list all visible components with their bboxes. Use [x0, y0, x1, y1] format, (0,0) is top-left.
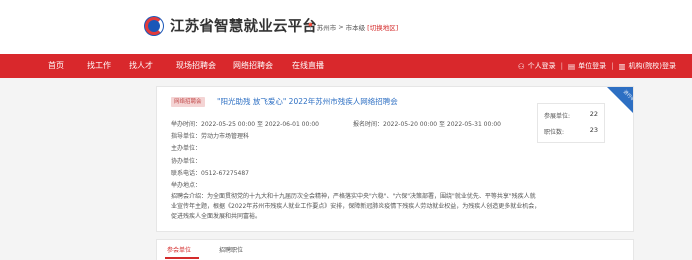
divider: | [611, 62, 614, 70]
hold-time-value: 2022-05-25 00:00 至 2022-06-01 00:00 [201, 121, 319, 128]
signup-time-row: 报名时间：2022-05-20 00:00 至 2022-05-31 00:00 [353, 119, 501, 128]
personal-login-link[interactable]: 个人登录 [528, 61, 556, 71]
intro-label: 招聘会介绍： [171, 193, 208, 200]
tab-participating-units[interactable]: 参会单位 [167, 245, 191, 254]
fair-title: "阳光助残 放飞爱心" 2022年苏州市残疾人网络招聘会 [217, 97, 398, 106]
login-links: ⚇ 个人登录 | ▤ 单位登录 | ▥ 机构(院校)登录 [518, 54, 676, 78]
nav-onsite-fair[interactable]: 现场招聘会 [176, 54, 216, 78]
intro-text: 为全面贯彻党的十九大和十九届历次全会精神，严格落实中央"六稳"、"六保"决策部署… [171, 193, 541, 220]
agency-login-link[interactable]: 机构(院校)登录 [629, 61, 676, 71]
region-city: 苏州市 [316, 24, 337, 32]
fair-intro: 招聘会介绍：为全面贯彻党的十九大和十九届历次全会精神，严格落实中央"六稳"、"六… [171, 192, 541, 222]
active-tab-indicator [165, 257, 199, 259]
switch-region-link[interactable]: [切换地区] [367, 22, 398, 32]
phone-value: 0512-67275487 [201, 170, 249, 177]
site-title[interactable]: 江苏省智慧就业云平台 [170, 15, 317, 36]
detail-tabs: 参会单位 招聘职位 [156, 239, 634, 260]
site-logo-icon[interactable] [144, 16, 164, 36]
site-header: 江苏省智慧就业云平台 📍 苏州市 > 市本级 [切换地区] [0, 0, 692, 54]
address-label: 举办地点： [171, 182, 202, 189]
nav-find-job[interactable]: 找工作 [87, 54, 111, 78]
jobs-count: 23 [589, 126, 598, 134]
nav-home[interactable]: 首页 [48, 54, 64, 78]
units-label: 参展单位: [544, 113, 571, 120]
host-unit-label: 主办单位： [171, 145, 202, 152]
guide-unit-row: 指导单位：劳动力市场管理科 [171, 131, 249, 140]
institution-icon: ▥ [618, 61, 626, 71]
fair-stats-box: 参展单位: 22 职位数: 23 [537, 103, 605, 143]
main-nav: 首页 找工作 找人才 现场招聘会 网络招聘会 在线直播 ⚇ 个人登录 | ▤ 单… [0, 54, 692, 78]
guide-unit-label: 指导单位： [171, 133, 202, 140]
status-ribbon-label: 进行中 [621, 89, 633, 103]
phone-label: 联系电话： [171, 170, 202, 177]
jobs-label: 职位数: [544, 129, 565, 136]
person-icon: ⚇ [517, 61, 525, 71]
signup-time-value: 2022-05-20 00:00 至 2022-05-31 00:00 [383, 121, 501, 128]
co-unit-row: 协办单位： [171, 156, 201, 165]
region-arrow-icon: > [338, 23, 344, 31]
company-login-link[interactable]: 单位登录 [578, 61, 606, 71]
divider: | [560, 62, 563, 70]
guide-unit-value: 劳动力市场管理科 [201, 133, 250, 140]
hold-time-label: 举办时间： [171, 121, 202, 128]
hold-time-row: 举办时间：2022-05-25 00:00 至 2022-06-01 00:00 [171, 119, 319, 128]
region-selector: 📍 苏州市 > 市本级 [切换地区] [306, 22, 398, 32]
company-icon: ▤ [567, 61, 576, 71]
status-ribbon: 进行中 [607, 87, 633, 113]
job-fair-detail-card: 网络招聘会 "阳光助残 放飞爱心" 2022年苏州市残疾人网络招聘会 进行中 举… [156, 86, 634, 232]
fair-type-badge: 网络招聘会 [171, 97, 205, 107]
co-unit-label: 协办单位： [171, 158, 202, 165]
host-unit-row: 主办单位： [171, 143, 201, 152]
units-count: 22 [589, 110, 598, 118]
nav-online-fair[interactable]: 网络招聘会 [233, 54, 273, 78]
tab-job-positions[interactable]: 招聘职位 [219, 245, 243, 254]
phone-row: 联系电话：0512-67275487 [171, 168, 249, 177]
location-pin-icon: 📍 [306, 23, 315, 31]
nav-live[interactable]: 在线直播 [292, 54, 324, 78]
signup-time-label: 报名时间： [353, 121, 384, 128]
nav-find-talent[interactable]: 找人才 [129, 54, 153, 78]
address-row: 举办地点： [171, 180, 201, 189]
region-level: 市本级 [345, 24, 366, 32]
